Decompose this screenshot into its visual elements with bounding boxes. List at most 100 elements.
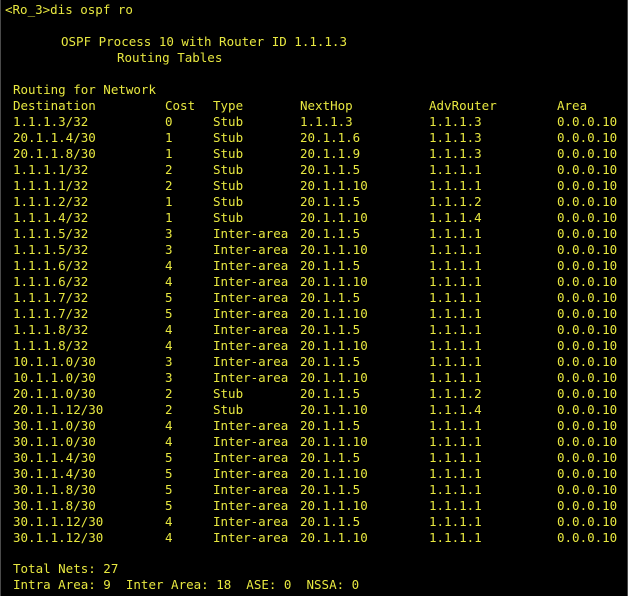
cell-area: 0.0.0.10 <box>557 194 618 209</box>
cell-cost: 3 <box>165 370 173 385</box>
cell-nexthop: 20.1.1.9 <box>300 146 361 161</box>
cell-area: 0.0.0.10 <box>557 354 618 369</box>
cell-type: Inter-area <box>213 370 289 385</box>
cell-advrouter: 1.1.1.1 <box>429 322 482 337</box>
cell-type: Inter-area <box>213 450 289 465</box>
cell-type: Inter-area <box>213 498 289 513</box>
header-type: Type <box>213 98 244 113</box>
cell-area: 0.0.0.10 <box>557 162 618 177</box>
cell-destination: 20.1.1.12/30 <box>13 402 104 417</box>
cell-type: Inter-area <box>213 338 289 353</box>
cell-nexthop: 20.1.1.10 <box>300 370 368 385</box>
cell-destination: 10.1.1.0/30 <box>13 354 96 369</box>
total-nets-line: Total Nets: 27 <box>13 561 119 576</box>
cell-nexthop: 20.1.1.10 <box>300 402 368 417</box>
cell-destination: 30.1.1.4/30 <box>13 466 96 481</box>
cell-area: 0.0.0.10 <box>557 418 618 433</box>
header-cost: Cost <box>165 98 196 113</box>
cell-advrouter: 1.1.1.1 <box>429 434 482 449</box>
table-row: 1.1.1.1/32 2 Stub 20.1.1.10 1.1.1.1 0.0.0.10 <box>1 178 628 194</box>
cell-cost: 5 <box>165 466 173 481</box>
cell-type: Inter-area <box>213 274 289 289</box>
cell-area: 0.0.0.10 <box>557 498 618 513</box>
cell-area: 0.0.0.10 <box>557 338 618 353</box>
cell-type: Stub <box>213 130 244 145</box>
cell-advrouter: 1.1.1.1 <box>429 466 482 481</box>
cell-type: Inter-area <box>213 434 289 449</box>
cell-nexthop: 20.1.1.5 <box>300 194 361 209</box>
cell-type: Inter-area <box>213 322 289 337</box>
cell-area: 0.0.0.10 <box>557 274 618 289</box>
routing-tables-title: Routing Tables <box>117 50 223 65</box>
cell-nexthop: 20.1.1.10 <box>300 434 368 449</box>
cell-type: Inter-area <box>213 226 289 241</box>
cell-advrouter: 1.1.1.2 <box>429 194 482 209</box>
cell-destination: 30.1.1.0/30 <box>13 418 96 433</box>
cell-advrouter: 1.1.1.1 <box>429 162 482 177</box>
cell-type: Stub <box>213 194 244 209</box>
cell-cost: 4 <box>165 514 173 529</box>
cell-nexthop: 20.1.1.6 <box>300 130 361 145</box>
cell-type: Inter-area <box>213 482 289 497</box>
cell-advrouter: 1.1.1.1 <box>429 498 482 513</box>
cell-nexthop: 1.1.1.3 <box>300 114 353 129</box>
cell-type: Inter-area <box>213 306 289 321</box>
area-summary-line: Intra Area: 9 Inter Area: 18 ASE: 0 NSSA… <box>13 577 360 592</box>
cell-advrouter: 1.1.1.1 <box>429 178 482 193</box>
cell-cost: 1 <box>165 194 173 209</box>
cell-area: 0.0.0.10 <box>557 514 618 529</box>
cell-cost: 4 <box>165 258 173 273</box>
cell-nexthop: 20.1.1.5 <box>300 418 361 433</box>
cell-advrouter: 1.1.1.4 <box>429 210 482 225</box>
cell-nexthop: 20.1.1.10 <box>300 178 368 193</box>
cell-destination: 30.1.1.8/30 <box>13 498 96 513</box>
cell-area: 0.0.0.10 <box>557 322 618 337</box>
cell-cost: 5 <box>165 450 173 465</box>
cell-advrouter: 1.1.1.1 <box>429 354 482 369</box>
table-row: 1.1.1.7/32 5 Inter-area 20.1.1.10 1.1.1.1 0.0… <box>1 306 628 322</box>
cell-destination: 1.1.1.2/32 <box>13 194 89 209</box>
cell-nexthop: 20.1.1.10 <box>300 338 368 353</box>
table-row: 1.1.1.8/32 4 Inter-area 20.1.1.10 1.1.1.1 0.0… <box>1 338 628 354</box>
cell-cost: 5 <box>165 290 173 305</box>
table-row: 30.1.1.0/30 4 Inter-area 20.1.1.5 1.1.1.1 0.0… <box>1 418 628 434</box>
cell-type: Inter-area <box>213 258 289 273</box>
cell-area: 0.0.0.10 <box>557 242 618 257</box>
header-nexthop: NextHop <box>300 98 353 113</box>
cell-nexthop: 20.1.1.5 <box>300 162 361 177</box>
cell-destination: 20.1.1.4/30 <box>13 130 96 145</box>
cell-destination: 1.1.1.6/32 <box>13 274 89 289</box>
cell-advrouter: 1.1.1.3 <box>429 130 482 145</box>
table-row: 20.1.1.0/30 2 Stub 20.1.1.5 1.1.1.2 0.0.0.10 <box>1 386 628 402</box>
cell-advrouter: 1.1.1.3 <box>429 114 482 129</box>
cell-destination: 1.1.1.5/32 <box>13 226 89 241</box>
table-row: 30.1.1.0/30 4 Inter-area 20.1.1.10 1.1.1.1 0.… <box>1 434 628 450</box>
cell-nexthop: 20.1.1.10 <box>300 498 368 513</box>
cell-nexthop: 20.1.1.10 <box>300 274 368 289</box>
cell-advrouter: 1.1.1.2 <box>429 386 482 401</box>
terminal-window[interactable]: <Ro_3>dis ospf ro OSPF Process 10 with R… <box>0 0 628 596</box>
cell-cost: 5 <box>165 498 173 513</box>
table-row: 1.1.1.6/32 4 Inter-area 20.1.1.10 1.1.1.1 0.0… <box>1 274 628 290</box>
cell-nexthop: 20.1.1.5 <box>300 514 361 529</box>
cell-area: 0.0.0.10 <box>557 290 618 305</box>
cell-area: 0.0.0.10 <box>557 210 618 225</box>
header-destination: Destination <box>13 98 96 113</box>
routing-for-network-heading: Routing for Network <box>13 82 156 97</box>
table-row: 1.1.1.1/32 2 Stub 20.1.1.5 1.1.1.1 0.0.0.10 <box>1 162 628 178</box>
cell-destination: 20.1.1.8/30 <box>13 146 96 161</box>
cell-cost: 1 <box>165 130 173 145</box>
cell-advrouter: 1.1.1.1 <box>429 274 482 289</box>
cell-nexthop: 20.1.1.5 <box>300 386 361 401</box>
table-row: 30.1.1.8/30 5 Inter-area 20.1.1.5 1.1.1.1 0.0… <box>1 482 628 498</box>
cell-cost: 2 <box>165 386 173 401</box>
cell-nexthop: 20.1.1.10 <box>300 466 368 481</box>
cell-advrouter: 1.1.1.1 <box>429 418 482 433</box>
cell-cost: 3 <box>165 354 173 369</box>
cell-advrouter: 1.1.1.1 <box>429 338 482 353</box>
table-row: 1.1.1.5/32 3 Inter-area 20.1.1.10 1.1.1.1 0.0… <box>1 242 628 258</box>
table-row: 20.1.1.4/30 1 Stub 20.1.1.6 1.1.1.3 0.0.0.10 <box>1 130 628 146</box>
cell-nexthop: 20.1.1.10 <box>300 210 368 225</box>
cell-nexthop: 20.1.1.5 <box>300 354 361 369</box>
cell-cost: 0 <box>165 114 173 129</box>
